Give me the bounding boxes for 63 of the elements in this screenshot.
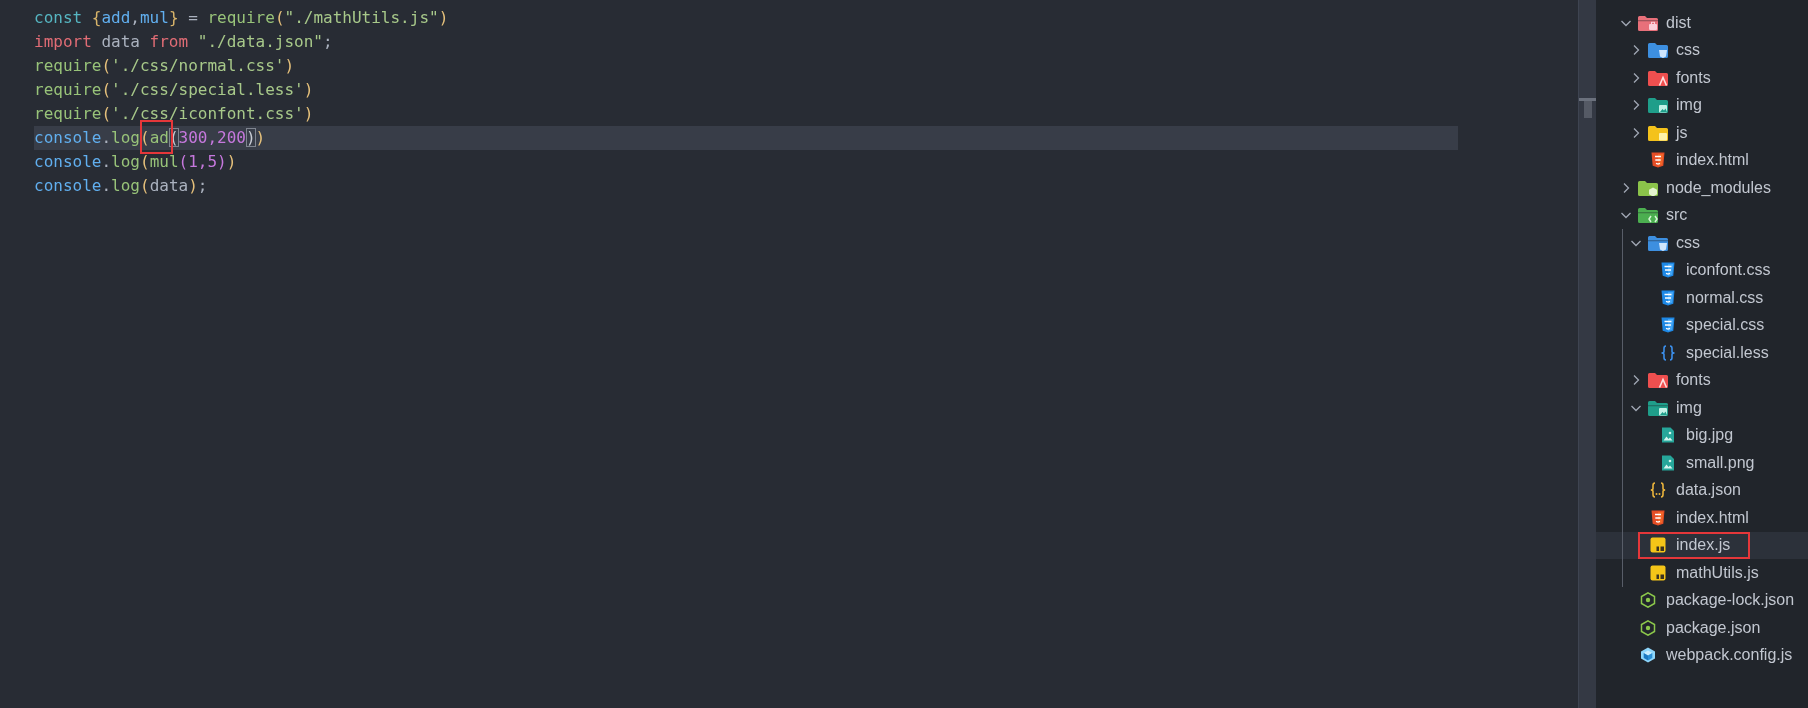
tree-item[interactable]: webpack.config.js	[1596, 641, 1808, 669]
folder-icon	[1648, 97, 1668, 114]
chevron-right-icon[interactable]	[1631, 72, 1641, 83]
chevron-right-icon[interactable]	[1631, 127, 1641, 138]
tree-item[interactable]: small.png	[1596, 449, 1808, 477]
tree-item[interactable]: mathUtils.js	[1596, 559, 1808, 587]
folder-icon	[1648, 69, 1668, 86]
shield-icon	[1660, 289, 1676, 306]
tree-item[interactable]: index.js	[1596, 531, 1808, 559]
folder-icon	[1638, 14, 1658, 31]
chevron-down-icon[interactable]	[1621, 210, 1631, 221]
folder-icon	[1648, 234, 1668, 251]
image-file-icon	[1660, 454, 1676, 471]
tree-item[interactable]: big.jpg	[1596, 421, 1808, 449]
position-marker-icon	[1579, 98, 1596, 118]
tree-item[interactable]: js	[1596, 119, 1808, 147]
tree-item[interactable]: css	[1596, 36, 1808, 64]
code-line: console.log(data);	[34, 176, 208, 195]
tree-item[interactable]: img	[1596, 394, 1808, 422]
folder-icon	[1648, 372, 1668, 389]
folder-icon	[1638, 179, 1658, 196]
shield-icon	[1660, 262, 1676, 279]
shield-icon	[1650, 152, 1666, 169]
tree-item[interactable]: special.css	[1596, 311, 1808, 339]
code-line: require('./css/normal.css')	[34, 56, 295, 75]
folder-icon	[1648, 399, 1668, 416]
image-file-icon	[1660, 427, 1676, 444]
tree-item[interactable]: index.html	[1596, 146, 1808, 174]
tree-item[interactable]: iconfont.css	[1596, 256, 1808, 284]
tree-item[interactable]: index.html	[1596, 504, 1808, 532]
folder-icon	[1648, 124, 1668, 141]
shield-icon	[1660, 317, 1676, 334]
shield-icon	[1650, 509, 1666, 526]
folder-icon	[1638, 207, 1658, 224]
chevron-right-icon[interactable]	[1621, 182, 1631, 193]
braces-icon	[1660, 344, 1676, 361]
folder-icon	[1648, 42, 1668, 59]
hexagon-icon	[1640, 592, 1656, 609]
tree-item[interactable]: special.less	[1596, 339, 1808, 367]
chevron-right-icon[interactable]	[1631, 100, 1641, 111]
cube-icon	[1640, 647, 1656, 664]
code-line: import data from "./data.json";	[34, 32, 333, 51]
tree-item[interactable]: src	[1596, 201, 1808, 229]
tree-item[interactable]: fonts	[1596, 366, 1808, 394]
tree-item[interactable]: data.json	[1596, 476, 1808, 504]
code-line: require('./css/iconfont.css')	[34, 104, 314, 123]
code-line: const {add,mul} = require("./mathUtils.js")	[34, 8, 449, 27]
tree-item[interactable]: package.json	[1596, 614, 1808, 642]
chevron-right-icon[interactable]	[1631, 375, 1641, 386]
tree-item[interactable]: normal.css	[1596, 284, 1808, 312]
tree-item[interactable]: css	[1596, 229, 1808, 257]
tile-icon	[1650, 537, 1666, 554]
tree-item[interactable]: package-lock.json	[1596, 586, 1808, 614]
tree-item[interactable]: dist	[1596, 9, 1808, 37]
tree-item[interactable]: fonts	[1596, 64, 1808, 92]
tree-item[interactable]: node_modules	[1596, 174, 1808, 202]
hexagon-icon	[1640, 619, 1656, 636]
code-line: require('./css/special.less')	[34, 80, 314, 99]
tile-icon	[1650, 564, 1666, 581]
braces-icon	[1650, 482, 1666, 499]
chevron-right-icon[interactable]	[1631, 45, 1641, 56]
tree-item[interactable]: img	[1596, 91, 1808, 119]
code-line: console.log(mul(1,5))	[34, 152, 237, 171]
